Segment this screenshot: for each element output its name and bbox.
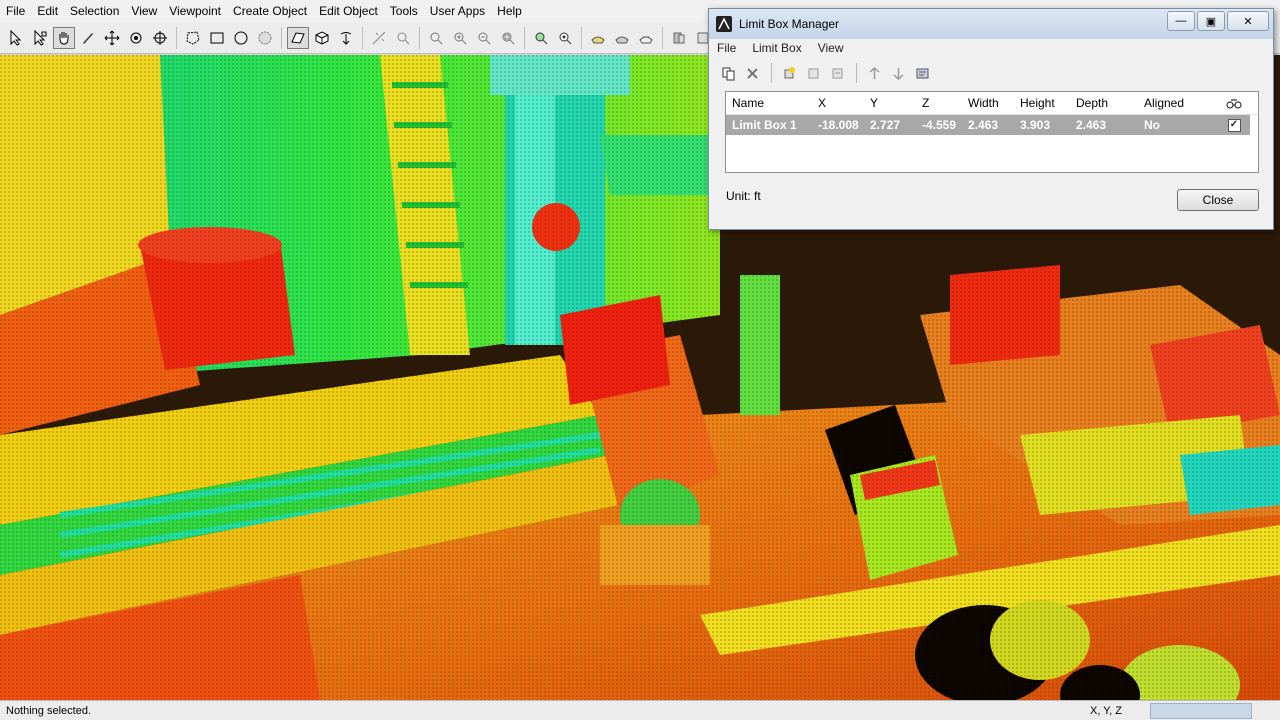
- settings-icon[interactable]: [911, 62, 933, 84]
- sphere-select-icon[interactable]: [254, 27, 276, 49]
- cell-visible: ✓: [1216, 118, 1246, 132]
- column-header-height[interactable]: Height: [1014, 96, 1070, 110]
- toolbar-separator: [281, 26, 282, 49]
- zoom-fit-icon[interactable]: [425, 27, 447, 49]
- visible-checkbox[interactable]: ✓: [1227, 118, 1241, 132]
- binoculars-icon: [1226, 99, 1242, 109]
- delete-icon[interactable]: [741, 62, 763, 84]
- menu-viewpoint[interactable]: Viewpoint: [163, 0, 227, 22]
- status-message: Nothing selected.: [6, 704, 91, 717]
- cell-depth[interactable]: 2.463: [1070, 118, 1138, 132]
- zoom-window-icon[interactable]: [497, 27, 519, 49]
- column-header-x[interactable]: X: [812, 96, 864, 110]
- walk-icon[interactable]: [587, 27, 609, 49]
- status-progress: [1150, 702, 1252, 719]
- cube-icon[interactable]: [311, 27, 333, 49]
- toolbar-separator: [581, 26, 582, 49]
- select-arrow-icon[interactable]: [5, 27, 27, 49]
- pan-hand-icon[interactable]: [53, 26, 75, 49]
- toolbar-separator: [662, 26, 663, 49]
- close-button[interactable]: Close: [1177, 189, 1259, 211]
- column-header-z[interactable]: Z: [916, 96, 962, 110]
- fit-icon[interactable]: [826, 62, 848, 84]
- dialog-menu-limit-box[interactable]: Limit Box: [744, 41, 809, 55]
- dialog-menu-file[interactable]: File: [709, 41, 744, 55]
- dialog-title-bar[interactable]: Limit Box Manager — ▣ ✕: [709, 9, 1273, 39]
- unit-label: Unit: ft: [726, 189, 761, 203]
- status-coordinates: X, Y, Z: [1090, 704, 1123, 717]
- dialog-title: Limit Box Manager: [739, 17, 840, 31]
- target-icon[interactable]: [149, 27, 171, 49]
- menu-help[interactable]: Help: [491, 0, 528, 22]
- cursor-fly-icon[interactable]: [335, 27, 357, 49]
- table-row[interactable]: Limit Box 1 -18.008 2.727 -4.559 2.463 3…: [726, 115, 1250, 135]
- cell-height[interactable]: 3.903: [1014, 118, 1070, 132]
- minimize-icon[interactable]: —: [1167, 11, 1195, 31]
- table-header: Name X Y Z Width Height Depth Aligned: [726, 92, 1258, 115]
- dialog-menubar: File Limit Box View: [709, 39, 1273, 57]
- zoom-out-icon[interactable]: [473, 27, 495, 49]
- column-header-depth[interactable]: Depth: [1070, 96, 1138, 110]
- move-icon[interactable]: [101, 27, 123, 49]
- measure-icon[interactable]: [368, 27, 390, 49]
- add-icon[interactable]: [802, 62, 824, 84]
- column-header-y[interactable]: Y: [864, 96, 916, 110]
- save-view-icon[interactable]: [668, 27, 690, 49]
- menu-tools[interactable]: Tools: [384, 0, 424, 22]
- column-header-width[interactable]: Width: [962, 96, 1014, 110]
- pencil-icon[interactable]: [77, 27, 99, 49]
- cell-y[interactable]: 2.727: [864, 118, 916, 132]
- close-icon[interactable]: ✕: [1227, 11, 1269, 31]
- toolbar-separator: [176, 26, 177, 49]
- menu-create-object[interactable]: Create Object: [227, 0, 313, 22]
- status-bar: Nothing selected. X, Y, Z: [0, 700, 1280, 720]
- cell-z[interactable]: -4.559: [916, 118, 962, 132]
- limit-box-manager-dialog: Limit Box Manager — ▣ ✕ File Limit Box V…: [708, 8, 1274, 230]
- maximize-icon[interactable]: ▣: [1197, 11, 1225, 31]
- menu-user-apps[interactable]: User Apps: [424, 0, 491, 22]
- menu-edit-object[interactable]: Edit Object: [313, 0, 384, 22]
- move-down-icon[interactable]: [887, 62, 909, 84]
- copy-icon[interactable]: [717, 62, 739, 84]
- menu-file[interactable]: File: [0, 0, 31, 22]
- orbit-icon[interactable]: [125, 27, 147, 49]
- seek-icon[interactable]: [554, 27, 576, 49]
- toolbar-separator: [419, 26, 420, 49]
- zoom-extents-icon[interactable]: [530, 27, 552, 49]
- column-header-aligned[interactable]: Aligned: [1138, 96, 1216, 110]
- app-logo-icon: [716, 16, 732, 32]
- menu-selection[interactable]: Selection: [64, 0, 125, 22]
- select-multi-icon[interactable]: [29, 27, 51, 49]
- dialog-toolbar-separator: [856, 63, 857, 83]
- circle-select-icon[interactable]: [230, 27, 252, 49]
- limit-box-table: Name X Y Z Width Height Depth Aligned Li…: [725, 91, 1259, 173]
- rectangle-select-icon[interactable]: [206, 27, 228, 49]
- cell-width[interactable]: 2.463: [962, 118, 1014, 132]
- cell-name[interactable]: Limit Box 1: [726, 118, 812, 132]
- light-icon[interactable]: [635, 27, 657, 49]
- move-up-icon[interactable]: [863, 62, 885, 84]
- cell-aligned[interactable]: No: [1138, 118, 1216, 132]
- dialog-toolbar: [717, 61, 1027, 85]
- toolbar-separator: [362, 26, 363, 49]
- dialog-menu-view[interactable]: View: [810, 41, 852, 55]
- column-header-visible[interactable]: [1216, 97, 1246, 109]
- zoom-in-icon[interactable]: [449, 27, 471, 49]
- menu-edit[interactable]: Edit: [31, 0, 64, 22]
- fence-polygon-icon[interactable]: [182, 27, 204, 49]
- fly-icon[interactable]: [611, 27, 633, 49]
- toolbar-separator: [524, 26, 525, 49]
- new-box-icon[interactable]: [778, 62, 800, 84]
- zoom-icon[interactable]: [392, 27, 414, 49]
- column-header-name[interactable]: Name: [726, 96, 812, 110]
- menu-view[interactable]: View: [125, 0, 163, 22]
- window-buttons: — ▣ ✕: [1165, 11, 1269, 31]
- limit-box-icon[interactable]: [287, 26, 309, 49]
- dialog-toolbar-separator: [771, 63, 772, 83]
- cell-x[interactable]: -18.008: [812, 118, 864, 132]
